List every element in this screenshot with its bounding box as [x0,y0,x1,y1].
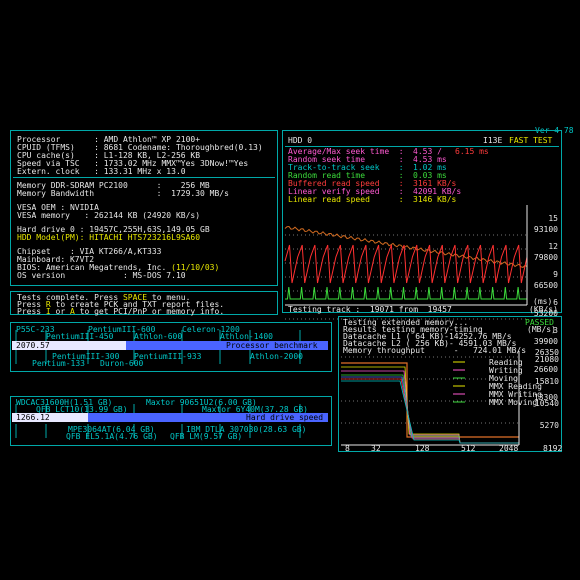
msg-text: or [50,307,70,316]
bench-label: PentiumIII-450 [46,332,114,341]
kbs-scale-label: 79800 [534,253,558,262]
memory-x-label: 32 [371,444,381,453]
bench-label: Athlon-1400 [220,332,273,341]
bandwidth-line: Memory Bandwidth : 1729.30 MB/s [17,189,229,198]
ms-scale-label: 15 [548,214,558,223]
legend-label: MMX Moving [489,398,537,407]
hdd-graph: 1512963931007980066500532003990026600133… [284,205,558,402]
bench-label: Athlon-600 [134,332,183,341]
system-info-panel: Processor : AMD Athlon™ XP 2100+ CPUID (… [10,130,278,286]
memory-x-label: 2048 [499,444,518,453]
message-info: Press I or A to get PCI/PnP or memory in… [17,308,224,316]
hdd-bench-value: 1266.12 [16,413,50,422]
hdd-bench-caption: Hard drive speed [246,413,324,422]
memory-x-label: 512 [461,444,476,453]
memory-test-panel: Testing extended memory... PASSED Result… [338,316,562,453]
clock-line: Extern. clock : 133.31 MHz x 13.0 [17,167,186,176]
hdd-benchmark: WDCAC31600H(1.51 GB) Maxtor 90651U2(6.00… [10,396,332,446]
linear-read-curve [284,225,528,268]
ms-scale-label: 12 [548,242,558,251]
bench-label: Athlon-2000 [250,352,303,361]
memory-x-label: 8 [345,444,350,453]
bench-label: Duron-600 [100,359,144,368]
bench-label: Pentium-133 [32,359,85,368]
bench-label: PentiumIII-933 [134,352,202,361]
divider [13,177,275,178]
seek-time-curve [284,244,528,284]
msg-text: to get PCI/PnP or memory info. [74,307,225,316]
hdd-test-panel: HDD 0 I13E FAST TEST Average/Max seek ti… [282,130,562,402]
cpu-benchmark: P55C-233 PentiumIII-600 Celeron-1200 Pen… [10,322,332,372]
memory-scale-label: 10540 [535,399,559,408]
hdd-model-line: HDD Model(PM): HITACHI HTS723216L9SA60 [17,233,201,242]
kbs-scale-label: 66500 [534,281,558,290]
messages-panel: Tests complete. Press SPACE to menu. Pre… [10,291,278,316]
bench-label: QFB LM(9.57 GB) [170,432,243,441]
kbs-scale-label: 93100 [534,225,558,234]
memory-scale-label: 21080 [535,355,559,364]
ms-scale-label: 9 [553,270,558,279]
testing-track-status: Testing track : 19071 from 19457 [288,305,452,314]
bench-label: QFB EL5.1A(4.76 GB) [66,432,158,441]
memory-x-label: 8192 [543,444,562,453]
cpu-bench-caption: Processor benchmark [226,341,318,350]
kb-unit: (KB/s) [529,305,558,314]
memory-x-label: 128 [415,444,430,453]
os-line: OS version : MS-DOS 7.10 [17,271,186,280]
access-time-curve [285,286,527,300]
vesa-memory-line: VESA memory : 262144 KB (24920 KB/s) [17,211,201,220]
msg-text: Press [17,307,46,316]
memory-scale-label: 5270 [540,421,559,430]
cpu-bench-value: 2070.57 [16,341,50,350]
memory-graph: 2635021080158101054052708 32 128 512 2048 819… [341,348,562,453]
